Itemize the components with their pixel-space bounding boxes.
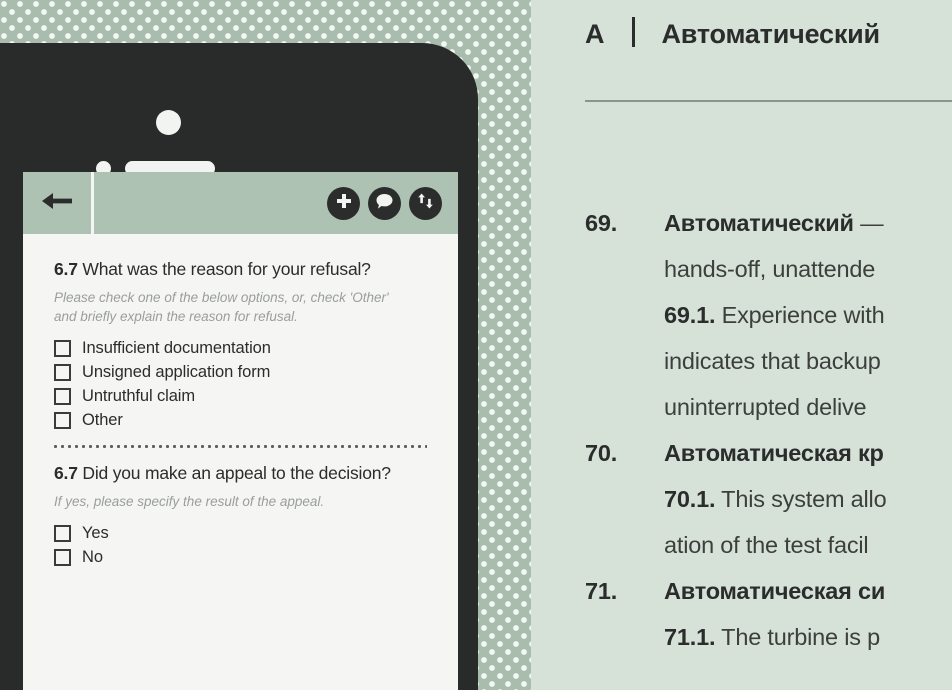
repost-button[interactable]: [409, 186, 442, 220]
arrow-left-icon: [40, 189, 74, 218]
glossary-headword: Автоматический: [661, 19, 881, 49]
entry-text: hands-off, unattende: [664, 256, 876, 282]
question-title: 6.7 Did you make an appeal to the decisi…: [54, 463, 427, 485]
question-title: 6.7 What was the reason for your refusal…: [54, 259, 427, 281]
option-list: Yes No: [54, 524, 427, 567]
option-list: Insufficient documentation Unsigned appl…: [54, 339, 427, 430]
question-text: What was the reason for your refusal?: [82, 259, 371, 279]
checkbox[interactable]: [54, 364, 71, 382]
app-bar: [23, 172, 458, 234]
entry-text: uninterrupted delive: [664, 394, 867, 420]
back-button[interactable]: [23, 172, 94, 234]
front-camera-icon: [156, 110, 181, 135]
entry-line: 70. Автоматическая кр: [585, 430, 952, 476]
checkbox[interactable]: [54, 549, 71, 567]
form-question-1: 6.7 What was the reason for your refusal…: [54, 259, 427, 430]
entry-headword: Автоматическая си: [664, 578, 886, 604]
option-row[interactable]: Yes: [54, 524, 427, 543]
entry-text: Автоматическая си: [664, 568, 952, 614]
entry-line: hands-off, unattende: [585, 246, 952, 292]
entry-line: 69. Автоматический —: [585, 200, 952, 246]
entry-text: ation of the test facil: [664, 532, 869, 558]
glossary-entry: 70. Автоматическая кр 70.1. This system …: [585, 430, 952, 568]
glossary-entry: 71. Автоматическая си 71.1. The turbine …: [585, 568, 952, 660]
question-hint: If yes, please specify the result of the…: [54, 494, 325, 510]
question-number: 6.7: [54, 259, 78, 279]
repeat-arrows-icon: [416, 192, 435, 215]
glossary-header: A Автоматический: [585, 13, 880, 50]
form-body: 6.7 What was the reason for your refusal…: [23, 237, 458, 567]
phone-screen: 6.7 What was the reason for your refusal…: [23, 172, 458, 690]
entry-index: 69.: [585, 210, 618, 236]
entry-text: Автоматическая кр: [664, 430, 952, 476]
option-label: Insufficient documentation: [82, 339, 271, 358]
option-label: Yes: [82, 524, 109, 543]
checkbox[interactable]: [54, 525, 71, 543]
option-label: No: [82, 548, 103, 567]
entry-text: Автоматический —: [664, 200, 952, 246]
checkbox[interactable]: [54, 340, 71, 358]
header-divider-bar: [631, 17, 635, 47]
entry-text: 71.1. The turbine is p: [664, 614, 880, 660]
page-root: 6.7 What was the reason for your refusal…: [0, 0, 952, 690]
form-question-2: 6.7 Did you make an appeal to the decisi…: [54, 463, 427, 567]
entry-subindex: 71.1.: [664, 624, 716, 650]
add-button[interactable]: [327, 186, 360, 220]
entry-headword: Автоматическая кр: [664, 440, 884, 466]
question-number: 6.7: [54, 463, 78, 484]
entry-line: ation of the test facil: [585, 522, 952, 568]
app-bar-actions: [94, 172, 458, 234]
glossary-entry: 69. Автоматический — hands-off, unattend…: [585, 200, 952, 430]
entry-text: 70.1. This system allo: [664, 476, 887, 522]
question-hint: Please check one of the below options, o…: [54, 289, 389, 325]
option-label: Other: [82, 411, 123, 430]
entry-headword: Автоматический: [664, 210, 854, 236]
entry-rest: Experience with: [715, 302, 885, 328]
glossary-page: A Автоматический 69. Автоматический — ha…: [531, 0, 952, 690]
entry-subindex: 70.1.: [664, 486, 716, 512]
question-text: Did you make an appeal to the decision?: [82, 463, 391, 484]
entry-index: 70.: [585, 440, 618, 466]
option-label: Untruthful claim: [82, 387, 196, 406]
comment-button[interactable]: [368, 186, 401, 220]
glossary-letter: A: [585, 19, 605, 49]
entry-rest: This system allo: [715, 486, 887, 512]
option-row[interactable]: Untruthful claim: [54, 387, 427, 406]
option-row[interactable]: Other: [54, 411, 427, 430]
entry-rest: The turbine is p: [715, 624, 880, 650]
phone-notch: [254, 73, 329, 89]
entry-subindex: 69.1.: [664, 302, 716, 328]
option-label: Unsigned application form: [82, 363, 271, 382]
plus-icon: [335, 192, 353, 215]
entry-line: indicates that backup: [585, 338, 952, 384]
entry-line: 71. Автоматическая си: [585, 568, 952, 614]
entry-rest: —: [853, 210, 884, 236]
entry-line: 71.1. The turbine is p: [585, 614, 952, 660]
entry-line: 70.1. This system allo: [585, 476, 952, 522]
entry-line: uninterrupted delive: [585, 384, 952, 430]
glossary-entry-list: 69. Автоматический — hands-off, unattend…: [585, 200, 952, 660]
entry-index: 71.: [585, 578, 618, 604]
checkbox[interactable]: [54, 412, 71, 430]
option-row[interactable]: Insufficient documentation: [54, 339, 427, 358]
entry-text: 69.1. Experience with: [664, 292, 885, 338]
speech-bubble-icon: [375, 192, 394, 215]
option-row[interactable]: Unsigned application form: [54, 363, 427, 382]
checkbox[interactable]: [54, 388, 71, 406]
section-divider: [54, 445, 427, 449]
entry-text: indicates that backup: [664, 348, 881, 374]
glossary-header-rule: [585, 100, 952, 102]
option-row[interactable]: No: [54, 548, 427, 567]
entry-line: 69.1. Experience with: [585, 292, 952, 338]
